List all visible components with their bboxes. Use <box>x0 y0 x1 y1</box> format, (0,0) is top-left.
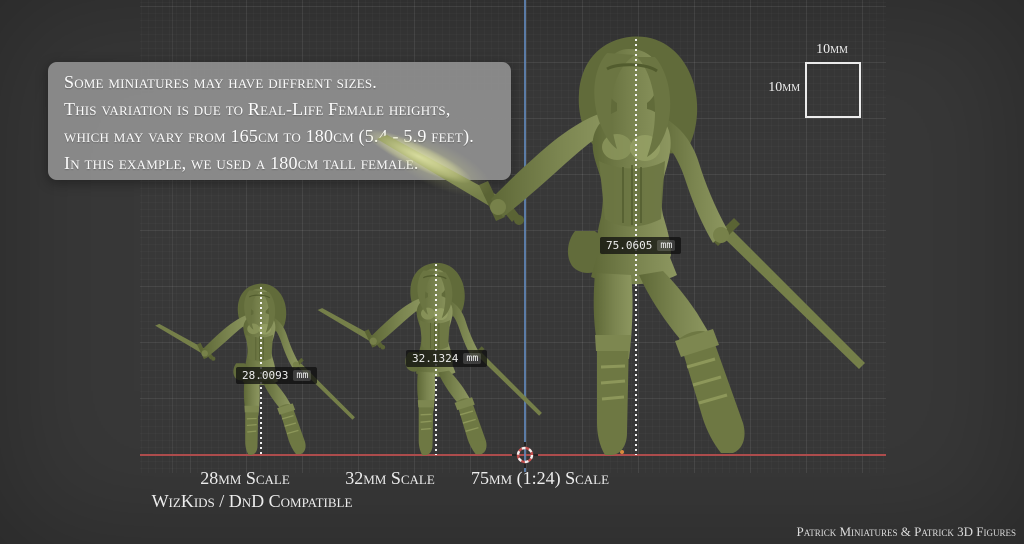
scale-label-28mm: 28mm Scale <box>200 468 290 489</box>
scale-label-32mm: 32mm Scale <box>345 468 435 489</box>
measurement-label-32mm: 32.1324 mm <box>406 350 487 367</box>
measurement-value: 75.0605 <box>606 239 652 252</box>
credit-text: Patrick Miniatures & Patrick 3D Figures <box>796 524 1016 540</box>
measurement-unit: mm <box>463 353 481 364</box>
viewport: Some miniatures may have diffrent sizes.… <box>0 0 1024 544</box>
scale-label-75mm: 75mm (1:24) Scale <box>471 468 609 489</box>
measurement-value: 32.1324 <box>412 352 458 365</box>
measurement-unit: mm <box>293 370 311 381</box>
measurement-label-28mm: 28.0093 mm <box>236 367 317 384</box>
scale-label-28mm-compat: WizKids / DnD Compatible <box>152 491 353 512</box>
measurement-value: 28.0093 <box>242 369 288 382</box>
measurement-unit: mm <box>657 240 675 251</box>
measurement-label-75mm: 75.0605 mm <box>600 237 681 254</box>
